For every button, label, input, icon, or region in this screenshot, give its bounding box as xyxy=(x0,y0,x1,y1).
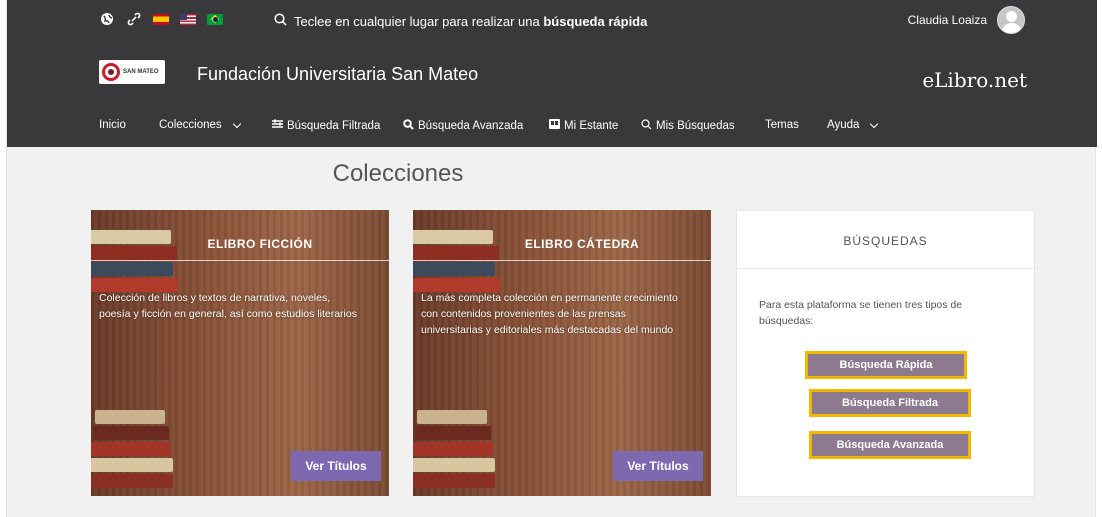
main-nav: Inicio Colecciones Búsqueda Filtrada Bús… xyxy=(7,106,1097,147)
top-icons xyxy=(99,12,223,26)
collection-card-catedra[interactable]: ELIBRO CÁTEDRA La más completa colección… xyxy=(413,210,711,496)
card-title: ELIBRO CÁTEDRA xyxy=(524,237,640,251)
search-icon xyxy=(403,119,414,133)
flag-spain-icon[interactable] xyxy=(153,12,169,26)
top-bar: Teclee en cualquier lugar para realizar … xyxy=(7,0,1097,46)
flag-brazil-icon[interactable] xyxy=(207,12,223,26)
site-header: Teclee en cualquier lugar para realizar … xyxy=(7,0,1097,147)
panel-title: BÚSQUEDAS xyxy=(843,234,928,248)
globe-icon[interactable] xyxy=(99,12,115,26)
nav-label: Temas xyxy=(765,119,799,131)
page-title: Colecciones xyxy=(332,160,464,187)
nav-ayuda[interactable]: Ayuda xyxy=(827,119,879,131)
nav-busqueda-avanzada[interactable]: Búsqueda Avanzada xyxy=(403,119,523,133)
quick-search-text: Teclee en cualquier lugar para realizar … xyxy=(294,13,544,29)
link-icon[interactable] xyxy=(126,12,142,26)
card-description: La más completa colección en permanente … xyxy=(421,292,678,336)
books-image xyxy=(91,210,181,496)
flag-usa-icon[interactable] xyxy=(180,12,196,26)
nav-busqueda-filtrada[interactable]: Búsqueda Filtrada xyxy=(272,119,380,132)
busqueda-avanzada-button[interactable]: Búsqueda Avanzada xyxy=(809,431,971,459)
shelf-icon xyxy=(549,119,560,132)
ver-titulos-button[interactable]: Ver Títulos xyxy=(613,451,703,481)
quick-search-hint[interactable]: Teclee en cualquier lugar para realizar … xyxy=(274,13,647,29)
user-name: Claudia Loaiza xyxy=(907,13,987,27)
nav-colecciones[interactable]: Colecciones xyxy=(159,119,241,131)
user-menu[interactable]: Claudia Loaiza xyxy=(908,6,1025,34)
nav-temas[interactable]: Temas xyxy=(765,119,799,131)
divider xyxy=(413,260,711,261)
filter-icon xyxy=(272,119,283,132)
quick-search-bold: búsqueda rápida xyxy=(543,13,648,29)
card-title: ELIBRO FICCIÓN xyxy=(207,237,313,251)
logo-text: SAN MATEO xyxy=(123,68,159,75)
nav-label: Búsqueda Avanzada xyxy=(418,120,524,132)
elibro-logo[interactable]: eLibro.net xyxy=(922,68,1027,92)
divider xyxy=(91,260,389,261)
institution-logo[interactable]: SAN MATEO xyxy=(99,60,165,84)
card-description: Colección de libros y textos de narrativ… xyxy=(99,292,357,320)
search-icon xyxy=(641,119,652,133)
search-icon xyxy=(274,13,287,29)
books-image xyxy=(413,210,503,496)
nav-label: Búsqueda Filtrada xyxy=(287,119,381,132)
nav-label: Inicio xyxy=(99,119,126,131)
panel-description: Para esta plataforma se tienen tres tipo… xyxy=(759,299,963,327)
chevron-down-icon xyxy=(870,119,879,128)
nav-label: Mis Búsquedas xyxy=(656,120,735,132)
avatar[interactable] xyxy=(997,6,1025,34)
nav-mi-estante[interactable]: Mi Estante xyxy=(549,119,618,132)
nav-label: Ayuda xyxy=(827,119,860,131)
chevron-down-icon xyxy=(232,119,241,128)
busqueda-rapida-button[interactable]: Búsqueda Rápida xyxy=(805,351,967,379)
brand-bar: SAN MATEO Fundación Universitaria San Ma… xyxy=(7,46,1097,106)
searches-panel: BÚSQUEDAS Para esta plataforma se tienen… xyxy=(736,210,1035,497)
organization-name: Fundación Universitaria San Mateo xyxy=(197,64,479,84)
nav-inicio[interactable]: Inicio xyxy=(99,119,126,131)
nav-label: Mi Estante xyxy=(564,119,619,132)
collection-card-ficcion[interactable]: ELIBRO FICCIÓN Colección de libros y tex… xyxy=(91,210,389,496)
logo-mark-icon xyxy=(102,63,120,81)
nav-label: Colecciones xyxy=(159,119,222,131)
ver-titulos-button[interactable]: Ver Títulos xyxy=(291,451,381,481)
divider xyxy=(737,268,1034,269)
busqueda-filtrada-button[interactable]: Búsqueda Filtrada xyxy=(809,389,971,417)
nav-mis-busquedas[interactable]: Mis Búsquedas xyxy=(641,119,735,133)
page: Teclee en cualquier lugar para realizar … xyxy=(6,0,1097,517)
